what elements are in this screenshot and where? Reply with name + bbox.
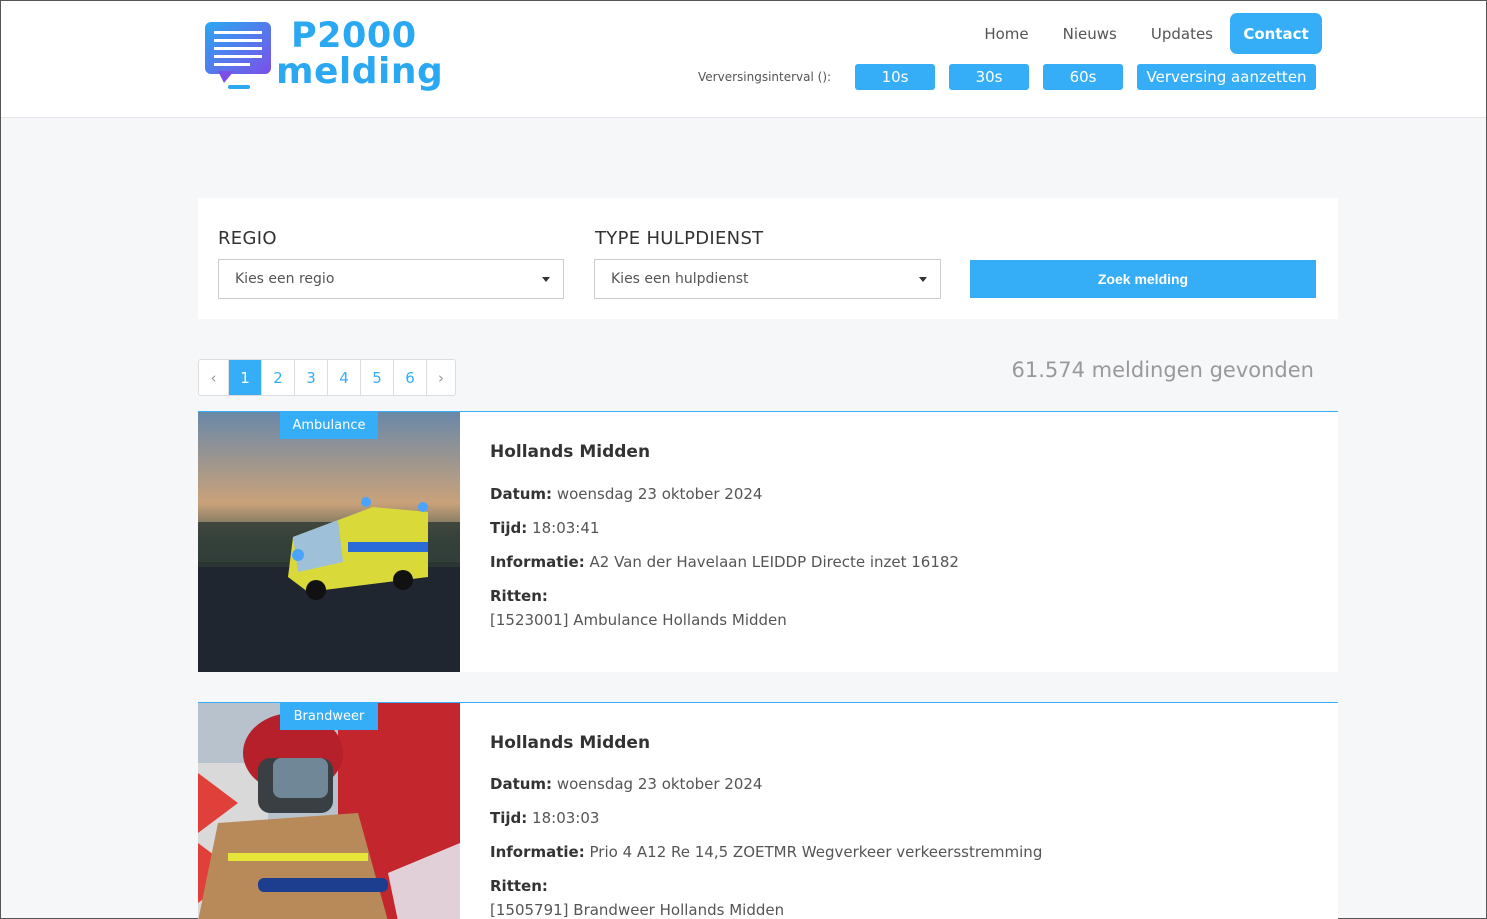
pagination-page-5[interactable]: 5	[360, 360, 393, 395]
brandweer-photo: Brandweer	[198, 703, 460, 919]
melding-datum: Datum: woensdag 23 oktober 2024	[490, 775, 762, 793]
nav-updates[interactable]: Updates	[1151, 25, 1213, 43]
melding-region[interactable]: Hollands Midden	[490, 442, 650, 462]
nav-contact-button[interactable]: Contact	[1230, 13, 1322, 54]
ambulance-photo: Ambulance	[198, 412, 460, 672]
pagination-page-2[interactable]: 2	[261, 360, 294, 395]
pagination-page-4[interactable]: 4	[327, 360, 360, 395]
logo-text-p2000: P2000	[291, 16, 417, 56]
pagination: ‹ 1 2 3 4 5 6 ›	[198, 359, 456, 396]
main-nav: Home Nieuws Updates Contact	[950, 13, 1322, 54]
ritten-value: [1505791] Brandweer Hollands Midden	[490, 901, 785, 919]
hulpdienst-select[interactable]: Kies een hulpdienst	[594, 259, 941, 299]
melding-informatie: Informatie: Prio 4 A12 Re 14,5 ZOETMR We…	[490, 843, 1042, 861]
nav-nieuws[interactable]: Nieuws	[1063, 25, 1117, 43]
melding-tijd: Tijd: 18:03:41	[490, 519, 599, 537]
melding-ritten: Ritten:	[490, 877, 548, 895]
brandweer-badge: Brandweer	[280, 703, 378, 730]
melding-card[interactable]: Brandweer Hollands Midden Datum: woensda…	[198, 702, 1338, 919]
logo-text-melding: melding	[276, 51, 444, 92]
tijd-value: 18:03:03	[532, 809, 600, 827]
melding-card[interactable]: Ambulance Hollands Midden Datum: woensda…	[198, 411, 1338, 672]
refresh-30s-button[interactable]: 30s	[949, 64, 1030, 90]
melding-datum: Datum: woensdag 23 oktober 2024	[490, 485, 762, 503]
tijd-value: 18:03:41	[532, 519, 600, 537]
ritten-label: Ritten:	[490, 877, 548, 895]
monitor-message-icon	[205, 22, 271, 89]
ambulance-badge: Ambulance	[280, 412, 378, 439]
regio-select-value: Kies een regio	[235, 271, 335, 287]
refresh-60s-button[interactable]: 60s	[1043, 64, 1124, 90]
regio-select[interactable]: Kies een regio	[218, 259, 564, 299]
site-logo[interactable]: P2000 melding	[204, 16, 444, 99]
informatie-label: Informatie:	[490, 553, 585, 571]
pagination-page-6[interactable]: 6	[393, 360, 426, 395]
pagination-prev[interactable]: ‹	[199, 360, 228, 395]
datum-value: woensdag 23 oktober 2024	[556, 775, 763, 793]
refresh-10s-button[interactable]: 10s	[855, 64, 936, 90]
melding-ritten: Ritten:	[490, 587, 548, 605]
refresh-controls: Verversingsinterval (): 10s 30s 60s Verv…	[698, 64, 1317, 90]
pagination-next[interactable]: ›	[426, 360, 455, 395]
datum-label: Datum:	[490, 485, 553, 503]
tijd-label: Tijd:	[490, 519, 528, 537]
hulpdienst-select-value: Kies een hulpdienst	[611, 271, 749, 287]
regio-label: REGIO	[218, 228, 277, 249]
datum-value: woensdag 23 oktober 2024	[556, 485, 763, 503]
pagination-page-1[interactable]: 1	[228, 360, 261, 395]
search-form: REGIO Kies een regio TYPE HULPDIENST Kie…	[198, 198, 1338, 319]
melding-region[interactable]: Hollands Midden	[490, 733, 650, 753]
chevron-down-icon	[919, 277, 927, 282]
pagination-page-3[interactable]: 3	[294, 360, 327, 395]
site-header: P2000 melding Home Nieuws Updates Contac…	[1, 1, 1486, 118]
informatie-label: Informatie:	[490, 843, 585, 861]
result-count: 61.574 meldingen gevonden	[1011, 358, 1314, 382]
chevron-down-icon	[542, 277, 550, 282]
zoek-melding-button[interactable]: Zoek melding	[970, 260, 1316, 298]
nav-home[interactable]: Home	[984, 25, 1028, 43]
refresh-enable-button[interactable]: Verversing aanzetten	[1137, 64, 1317, 90]
refresh-interval-label: Verversingsinterval ():	[698, 70, 832, 84]
melding-informatie: Informatie: A2 Van der Havelaan LEIDDP D…	[490, 553, 959, 571]
melding-tijd: Tijd: 18:03:03	[490, 809, 599, 827]
datum-label: Datum:	[490, 775, 553, 793]
type-hulpdienst-label: TYPE HULPDIENST	[595, 228, 764, 249]
informatie-value: A2 Van der Havelaan LEIDDP Directe inzet…	[589, 553, 959, 571]
tijd-label: Tijd:	[490, 809, 528, 827]
ritten-value: [1523001] Ambulance Hollands Midden	[490, 611, 787, 629]
ritten-label: Ritten:	[490, 587, 548, 605]
informatie-value: Prio 4 A12 Re 14,5 ZOETMR Wegverkeer ver…	[589, 843, 1043, 861]
